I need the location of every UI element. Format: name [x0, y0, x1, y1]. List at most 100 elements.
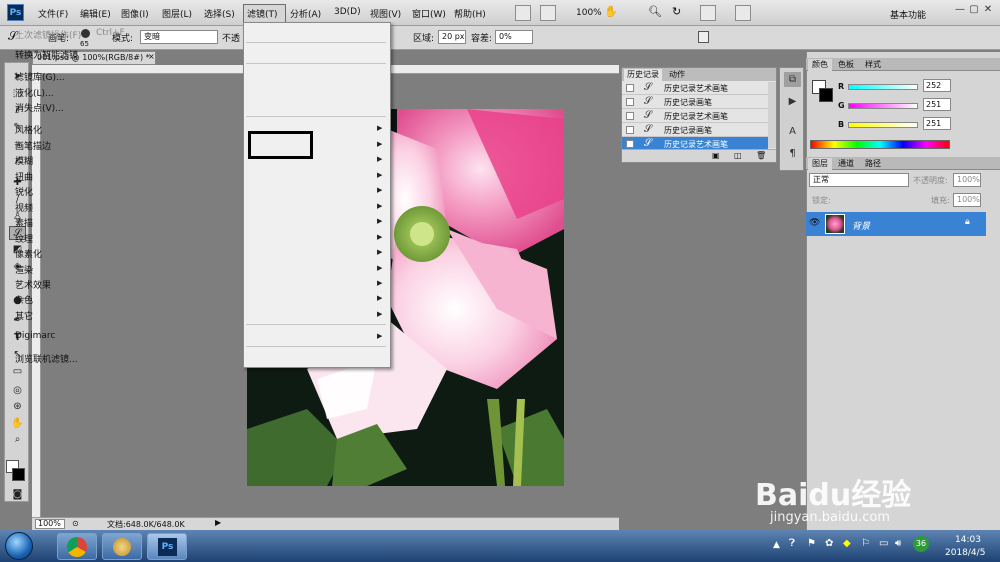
history-source-checkbox[interactable] [626, 98, 634, 106]
3d-rotate-tool-icon[interactable]: ◎ [9, 384, 26, 398]
hand-tool-icon[interactable]: ✋ [604, 5, 620, 21]
filter-artistic[interactable]: 艺术效果 [15, 278, 51, 291]
r-value[interactable]: 252 [923, 79, 951, 92]
filter-pixelate[interactable]: 像素化 [15, 247, 42, 260]
filter-sharpen[interactable]: 锐化 [15, 185, 33, 198]
tray-network-icon[interactable]: ⚑ [807, 538, 816, 549]
background-color-swatch[interactable] [12, 468, 25, 481]
tray-help-icon[interactable]: ❓︎ [789, 538, 795, 549]
taskbar-paint-icon[interactable] [102, 533, 142, 560]
history-source-checkbox[interactable] [626, 112, 634, 120]
filter-convert-smart[interactable]: 转换为智能滤镜 [15, 48, 78, 61]
status-info-icon[interactable]: ⊙ [72, 519, 79, 528]
filter-digimarc[interactable]: Digimarc [15, 331, 55, 341]
history-panel-icon[interactable]: ⧉ [784, 72, 801, 87]
tab-layers[interactable]: 图层 [808, 158, 832, 170]
color-spectrum-bar[interactable] [810, 140, 950, 149]
bridge-icon[interactable] [515, 5, 531, 21]
quick-mask-icon[interactable]: ◙ [9, 488, 26, 502]
menu-analysis[interactable]: 分析(A) [290, 7, 321, 21]
screen-mode-icon[interactable] [735, 5, 751, 21]
layer-name[interactable]: 背景 [852, 219, 870, 232]
taskbar-photoshop-icon[interactable]: Ps [147, 533, 187, 560]
new-document-from-state-icon[interactable]: ▣ [712, 151, 720, 160]
filter-gallery[interactable]: 滤镜库(G)... [15, 70, 65, 83]
new-snapshot-icon[interactable]: ◫ [734, 151, 742, 160]
menu-layer[interactable]: 图层(L) [162, 7, 192, 21]
filter-texture[interactable]: 纹理 [15, 232, 33, 245]
layer-visibility-eye-icon[interactable]: 👁︎ [809, 218, 820, 228]
menu-window[interactable]: 窗口(W) [412, 7, 446, 21]
filter-distort[interactable]: 扭曲 [15, 170, 33, 183]
hand-tool-panel-icon[interactable]: ✋ [9, 417, 26, 431]
status-menu-arrow-icon[interactable]: ▶ [215, 518, 221, 527]
start-button-icon[interactable] [5, 532, 33, 560]
fill-field[interactable]: 100% [953, 193, 981, 207]
clock-date[interactable]: 2018/4/5 [945, 548, 985, 558]
tab-styles[interactable]: 样式 [861, 59, 885, 71]
menu-filter[interactable]: 滤镜(T) [247, 7, 278, 21]
zoom-tool-panel-icon[interactable]: ⌕ [9, 433, 26, 447]
color-bg-swatch[interactable] [819, 88, 833, 102]
tray-volume-icon[interactable]: 🔊︎ [895, 538, 901, 549]
tablet-pressure-icon[interactable] [698, 31, 709, 43]
filter-sketch[interactable]: 素描 [15, 216, 33, 229]
history-row[interactable]: 𝒮 历史记录艺术画笔 [622, 81, 768, 95]
filter-other[interactable]: 其它 [15, 309, 33, 322]
filter-video[interactable]: 视频 [15, 201, 33, 214]
menu-help[interactable]: 帮助(H) [454, 7, 486, 21]
actions-panel-icon[interactable]: ▶ [784, 94, 801, 109]
shape-tool-icon[interactable]: ▭ [9, 365, 26, 379]
history-source-checkbox[interactable] [626, 84, 634, 92]
filter-browse-online[interactable]: 浏览联机滤镜... [15, 352, 78, 365]
menu-image[interactable]: 图像(I) [121, 7, 149, 21]
history-row[interactable]: 𝒮 历史记录画笔 [622, 95, 768, 109]
blend-mode-select[interactable]: 正常 [809, 173, 909, 187]
menu-view[interactable]: 视图(V) [370, 7, 401, 21]
clock-time[interactable]: 14:03 [955, 535, 981, 545]
delete-state-icon[interactable]: 🗑︎ [756, 151, 766, 160]
document-close-icon[interactable]: × [148, 52, 155, 61]
b-slider[interactable] [848, 122, 918, 128]
paragraph-panel-icon[interactable]: ¶ [784, 146, 801, 161]
tray-up-arrow-icon[interactable]: ▲ [773, 540, 780, 550]
brush-preview-icon[interactable] [81, 29, 90, 38]
rotate-view-icon[interactable]: ↻ [672, 5, 688, 21]
b-value[interactable]: 251 [923, 117, 951, 130]
tray-security-icon[interactable]: ✿ [825, 538, 833, 549]
area-field[interactable]: 20 px [438, 30, 466, 44]
menu-file[interactable]: 文件(F) [38, 7, 68, 21]
menu-edit[interactable]: 编辑(E) [80, 7, 111, 21]
filter-render[interactable]: 渲染 [15, 263, 33, 276]
tab-color[interactable]: 颜色 [808, 59, 832, 71]
status-zoom-field[interactable]: 100% [35, 519, 65, 529]
tab-history[interactable]: 历史记录 [624, 69, 662, 81]
filter-blur[interactable]: 模糊 [15, 154, 33, 167]
maximize-icon[interactable]: ▢ [967, 4, 981, 15]
tray-360-badge[interactable]: 36 [913, 536, 929, 552]
zoom-level[interactable]: 100% [576, 8, 602, 18]
history-source-checkbox[interactable] [626, 140, 634, 148]
character-panel-icon[interactable]: A [784, 124, 801, 139]
close-icon[interactable]: ✕ [981, 4, 995, 15]
history-scrollbar[interactable] [768, 82, 776, 148]
layer-opacity-field[interactable]: 100% [953, 173, 981, 187]
r-slider[interactable] [848, 84, 918, 90]
menu-3d[interactable]: 3D(D) [334, 7, 361, 21]
filter-noise[interactable]: 杂色 [15, 293, 33, 306]
arrange-documents-icon[interactable] [700, 5, 716, 21]
taskbar-chrome-icon[interactable] [57, 533, 97, 560]
3d-orbit-tool-icon[interactable]: ⊛ [9, 400, 26, 414]
tolerance-field[interactable]: 0% [495, 30, 533, 44]
tray-flag-icon[interactable]: ⚐ [861, 538, 870, 549]
g-value[interactable]: 251 [923, 98, 951, 111]
tray-shield-icon[interactable]: ◆ [843, 538, 851, 549]
tab-actions[interactable]: 动作 [666, 69, 688, 81]
zoom-tool-icon[interactable]: 🔍︎ [648, 5, 664, 21]
workspace-switcher[interactable]: 基本功能 [890, 8, 926, 21]
g-slider[interactable] [848, 103, 918, 109]
history-source-checkbox[interactable] [626, 126, 634, 134]
tab-paths[interactable]: 路径 [861, 158, 885, 170]
history-row[interactable]: 𝒮 历史记录艺术画笔 [622, 109, 768, 123]
tab-channels[interactable]: 通道 [834, 158, 858, 170]
